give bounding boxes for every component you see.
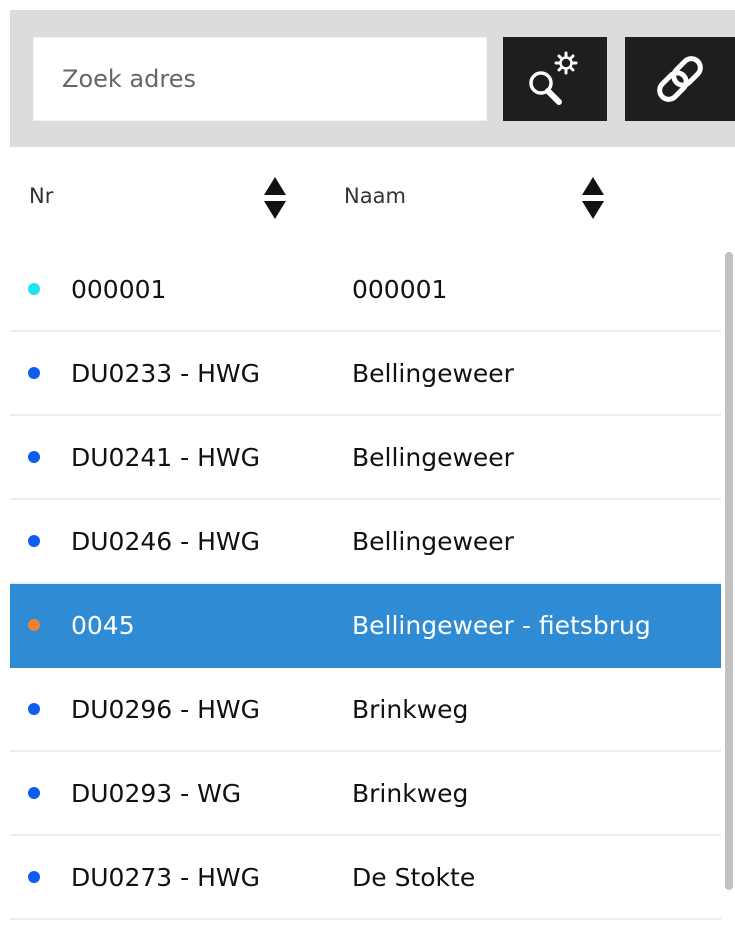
row-naam: Bellingeweer (352, 443, 514, 472)
list-item[interactable]: 000001 000001 (10, 248, 721, 332)
list-item[interactable]: DU0233 - HWG Bellingeweer (10, 332, 721, 416)
sort-nr-button[interactable] (262, 175, 288, 221)
list-item[interactable]: DU0293 - WG Brinkweg (10, 752, 721, 836)
status-dot-icon (28, 619, 40, 631)
search-gear-icon (529, 51, 578, 105)
list-item[interactable]: DU0296 - HWG Brinkweg (10, 668, 721, 752)
list-item[interactable]: DU0273 - HWG De Stokte (10, 836, 721, 920)
row-nr: 000001 (71, 275, 167, 304)
row-naam: Bellingeweer (352, 359, 514, 388)
link-icon (657, 56, 703, 102)
address-list: 000001 000001 DU0233 - HWG Bellingeweer … (10, 248, 721, 939)
list-item-selected[interactable]: 0045 Bellingeweer - fietsbrug (10, 584, 721, 668)
row-nr: DU0293 - WG (71, 779, 242, 808)
row-naam: Bellingeweer (352, 527, 514, 556)
sort-up-down-icon (264, 177, 286, 219)
link-button[interactable] (625, 37, 735, 121)
status-dot-icon (28, 703, 40, 715)
status-dot-icon (28, 367, 40, 379)
row-naam: Brinkweg (352, 779, 469, 808)
row-nr: DU0241 - HWG (71, 443, 260, 472)
status-dot-icon (28, 451, 40, 463)
status-dot-icon (28, 535, 40, 547)
sort-naam-button[interactable] (580, 175, 606, 221)
row-naam: Bellingeweer - fietsbrug (352, 611, 651, 640)
list-scrollbar[interactable] (724, 252, 735, 939)
status-dot-icon (28, 871, 40, 883)
row-naam: 000001 (352, 275, 448, 304)
list-item[interactable]: DU0241 - HWG Bellingeweer (10, 416, 721, 500)
row-naam: Brinkweg (352, 695, 469, 724)
row-naam: De Stokte (352, 863, 476, 892)
scrollbar-thumb[interactable] (725, 252, 733, 890)
search-input[interactable] (33, 37, 487, 121)
status-dot-icon (28, 283, 40, 295)
row-nr: DU0246 - HWG (71, 527, 260, 556)
row-nr: DU0296 - HWG (71, 695, 260, 724)
list-item[interactable]: DU0246 - HWG Bellingeweer (10, 500, 721, 584)
filter-naam-input[interactable] (332, 159, 563, 233)
filter-nr-input[interactable] (17, 159, 248, 233)
row-nr: DU0273 - HWG (71, 863, 260, 892)
row-nr: DU0233 - HWG (71, 359, 260, 388)
search-settings-button[interactable] (503, 37, 607, 121)
row-nr: 0045 (71, 611, 135, 640)
sort-up-down-icon (582, 177, 604, 219)
status-dot-icon (28, 787, 40, 799)
